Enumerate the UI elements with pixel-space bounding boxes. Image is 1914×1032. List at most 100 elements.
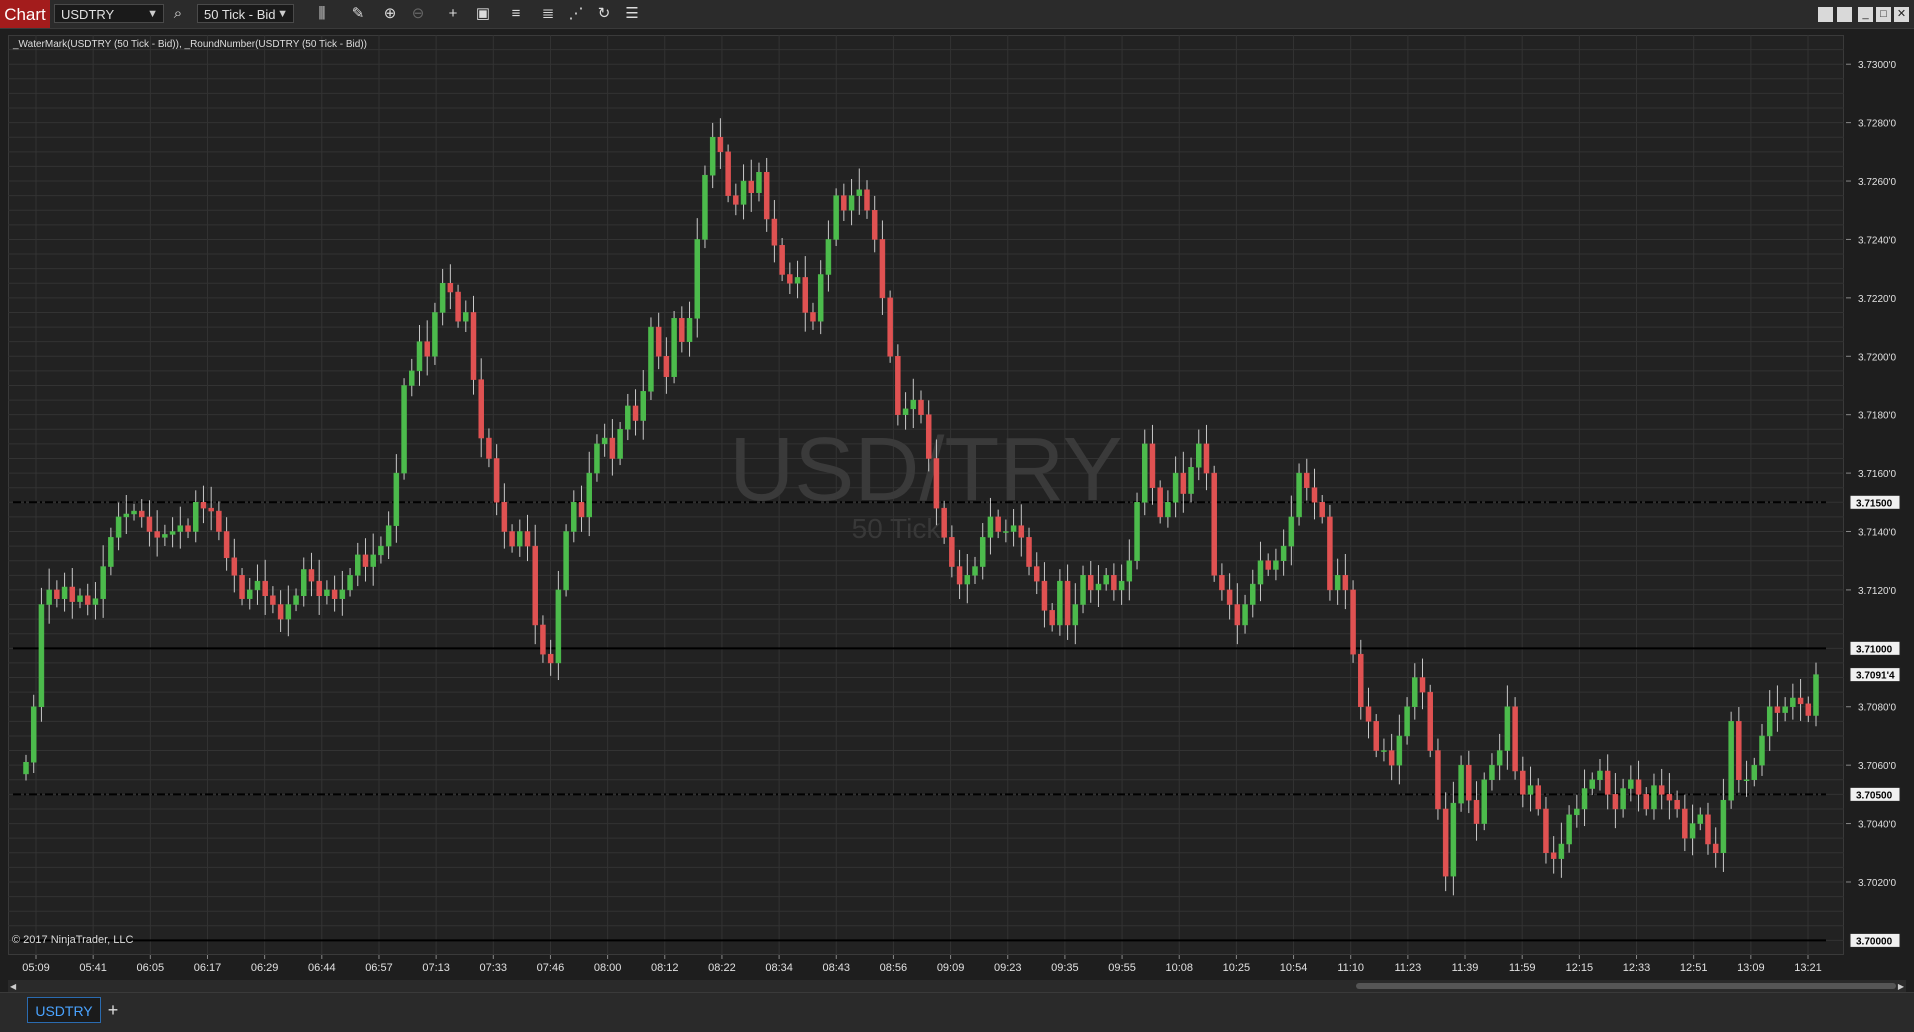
time-axis[interactable]: 05:09 05:41 06:05 06:17 06:29 06:44 06:57 07:13…	[8, 955, 1846, 980]
chart-panel[interactable]: USD/TRY 50 Tick _WaterMark(USDTRY (50 Ti…	[8, 35, 1844, 955]
price-level-label: 3.70500	[1856, 790, 1893, 801]
close-icon[interactable]: ✕	[1894, 7, 1909, 22]
candle-body	[517, 531, 523, 547]
candle-body	[1327, 516, 1333, 591]
candle-body	[1527, 785, 1534, 795]
time-tick-label: 10:54	[1280, 962, 1308, 974]
price-tick-label: 3.7080'0	[1858, 703, 1896, 714]
candle-body	[455, 291, 461, 322]
candle-body	[679, 318, 685, 342]
bar-style-icon[interactable]: ⫼	[312, 3, 332, 25]
data-box-icon[interactable]: ▣	[473, 3, 493, 25]
candle-body	[115, 516, 122, 538]
candle-body	[1265, 560, 1271, 570]
candle-body	[1473, 799, 1480, 824]
candle-body	[1373, 721, 1379, 751]
price-level-label: 3.70000	[1856, 936, 1893, 947]
candle-body	[725, 151, 731, 196]
window-menu-icon[interactable]	[1837, 7, 1852, 22]
candle-body	[1288, 516, 1295, 547]
maximize-icon[interactable]: □	[1876, 7, 1891, 22]
candle-body	[756, 172, 762, 193]
scrollbar-thumb[interactable]	[1356, 983, 1896, 989]
copyright-label: © 2017 NinjaTrader, LLC	[12, 934, 133, 946]
zoom-out-icon[interactable]: ⊖	[408, 3, 428, 25]
candle-body	[655, 326, 662, 357]
indicators-label: _WaterMark(USDTRY (50 Tick - Bid)), _Rou…	[12, 39, 367, 50]
candle-body	[1790, 697, 1796, 707]
candle-body	[1535, 785, 1541, 810]
candle-body	[1512, 706, 1518, 772]
price-tick-label: 3.7060'0	[1858, 761, 1896, 772]
candle-body	[632, 405, 639, 421]
candle-body	[509, 531, 515, 547]
candle-body	[1041, 580, 1048, 611]
candle-body	[1203, 443, 1210, 474]
candle-body	[902, 408, 909, 415]
price-level-label: 3.71000	[1856, 644, 1893, 655]
candle-body	[1010, 525, 1017, 532]
price-tick-label: 3.7180'0	[1858, 411, 1896, 422]
candle-body	[177, 525, 184, 532]
candle-body	[192, 502, 199, 532]
candle-body	[1759, 735, 1765, 766]
candle-body	[1026, 537, 1032, 567]
candle-body	[709, 136, 716, 176]
price-level-label: 3.7091'4	[1856, 671, 1895, 682]
indicators-icon[interactable]: ≡	[506, 3, 526, 25]
instrument-selector[interactable]: USDTRY ▼	[54, 4, 164, 23]
properties-list-icon[interactable]: ☰	[622, 3, 642, 25]
scroll-right-icon[interactable]: ▶	[1898, 982, 1904, 991]
time-tick-label: 08:43	[822, 962, 850, 974]
candle-body	[771, 218, 778, 246]
candle-body	[956, 566, 963, 585]
chart-trader-icon[interactable]: ⋰	[566, 3, 586, 25]
candle-body	[1180, 472, 1187, 494]
candle-body	[1381, 750, 1387, 752]
candle-body	[1257, 560, 1264, 585]
candle-body	[933, 458, 940, 509]
candle-body	[717, 136, 724, 153]
candle-body	[1157, 487, 1163, 518]
strategies-icon[interactable]: ≣	[538, 3, 558, 25]
candle-body	[663, 356, 670, 377]
minimize-icon[interactable]: _	[1858, 7, 1873, 22]
search-icon[interactable]: ⌕	[168, 3, 188, 25]
price-axis[interactable]: 3.7300'0 3.7280'0 3.7260'0 3.7240'0 3.7220'0…	[1846, 35, 1914, 955]
candle-body	[594, 443, 600, 474]
candle-body	[871, 209, 878, 240]
candle-body	[825, 239, 832, 275]
candle-body	[1358, 653, 1364, 707]
candle-body	[131, 510, 137, 515]
candle-body	[154, 531, 160, 538]
time-tick-label: 08:00	[594, 962, 622, 974]
candle-body	[1628, 779, 1634, 789]
chart-window-tab[interactable]: Chart	[0, 0, 50, 28]
crosshair-icon[interactable]: +	[443, 3, 463, 25]
candle-body	[447, 283, 454, 293]
zoom-in-icon[interactable]: ⊕	[380, 3, 400, 25]
scroll-left-icon[interactable]: ◀	[10, 982, 16, 991]
horizontal-scrollbar[interactable]: ◀ ▶	[8, 980, 1906, 992]
instrument-tab[interactable]: USDTRY	[27, 997, 101, 1023]
candle-body	[1219, 575, 1225, 591]
add-tab-icon[interactable]: +	[104, 997, 122, 1023]
candle-body	[1458, 764, 1464, 804]
time-tick-label: 11:39	[1452, 962, 1479, 974]
candle-body	[185, 525, 191, 532]
bar-type-selector[interactable]: 50 Tick - Bid ▼	[197, 4, 294, 23]
time-tick-label: 12:51	[1680, 962, 1708, 974]
drawing-tool-pencil-icon[interactable]: ✎	[348, 3, 368, 25]
candle-body	[324, 589, 330, 597]
candle-body	[949, 537, 955, 567]
reload-icon[interactable]: ↻	[594, 3, 614, 25]
candle-body	[1720, 799, 1727, 854]
candle-body	[316, 580, 322, 597]
candle-body	[941, 507, 947, 538]
candle-body	[1743, 779, 1750, 782]
price-axis-svg: 3.7300'0 3.7280'0 3.7260'0 3.7240'0 3.7220'0…	[1846, 60, 1901, 948]
candle-body	[547, 653, 554, 664]
candle-body	[1242, 604, 1248, 626]
link-window-icon[interactable]	[1818, 7, 1833, 22]
time-tick-label: 09:55	[1108, 962, 1136, 974]
